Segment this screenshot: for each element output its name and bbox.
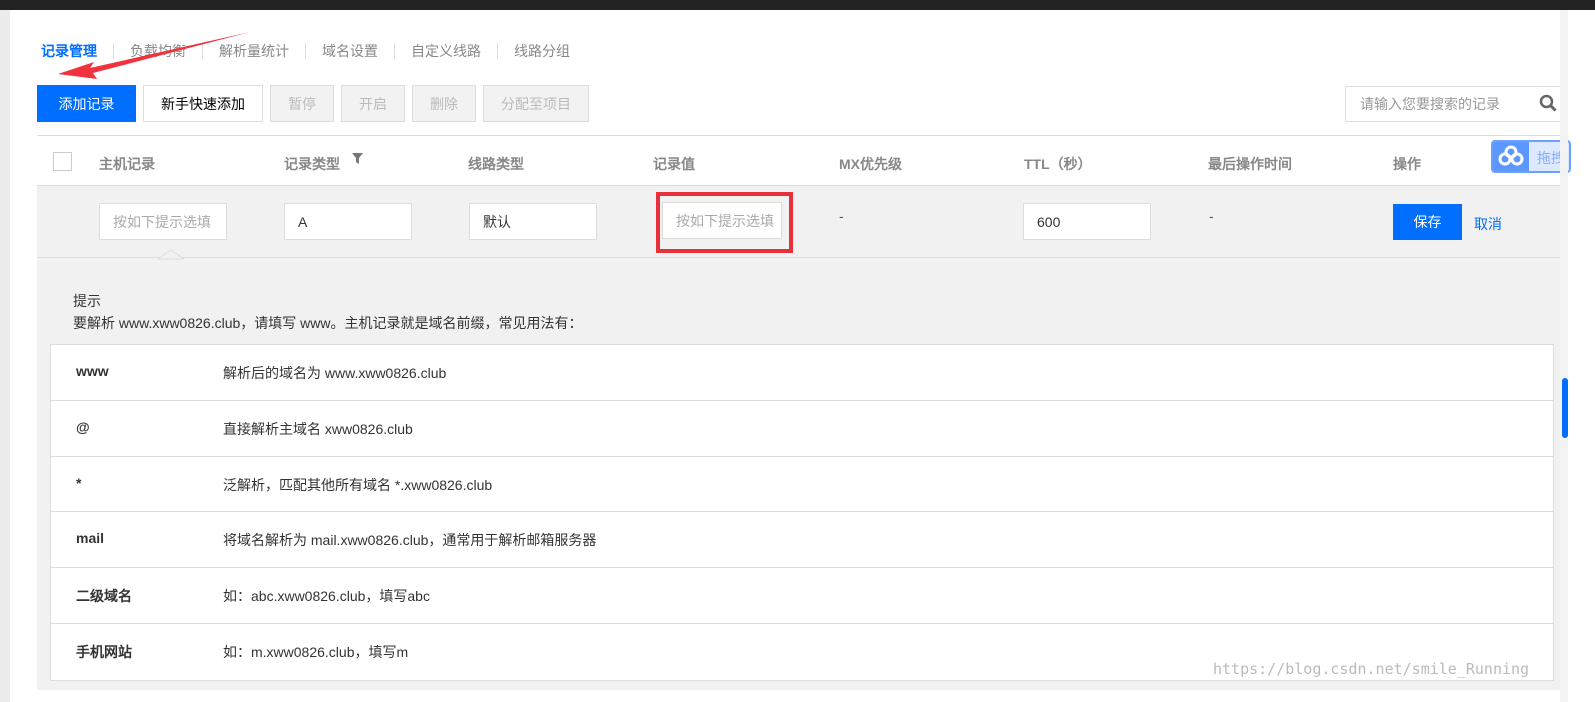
red-arrow-annotation xyxy=(58,32,250,79)
hint-row: @ 直接解析主域名 xww0826.club xyxy=(51,401,1553,457)
hint-row: www 解析后的域名为 www.xww0826.club xyxy=(51,345,1553,401)
tab-custom-lines[interactable]: 自定义线路 xyxy=(394,43,497,59)
enable-button[interactable]: 开启 xyxy=(341,85,405,122)
watermark: https://blog.csdn.net/smile_Running xyxy=(1213,660,1530,678)
search-icon[interactable] xyxy=(1539,94,1557,112)
hint-key: 手机网站 xyxy=(76,643,132,660)
search-placeholder: 请输入您要搜索的记录 xyxy=(1360,96,1500,112)
add-record-button[interactable]: 添加记录 xyxy=(37,85,136,122)
cancel-link[interactable]: 取消 xyxy=(1474,214,1502,234)
hint-row: 二级域名 如：abc.xww0826.club，填写abc xyxy=(51,568,1553,624)
hint-value: 将域名解析为 mail.xww0826.club，通常用于解析邮箱服务器 xyxy=(223,532,597,549)
edit-record-row: 按如下提示选填 A 默认 按如下提示选填 - 600 - 保存 取消 xyxy=(37,186,1567,258)
col-action: 操作 xyxy=(1393,156,1421,172)
hint-key: www xyxy=(76,363,109,379)
ttl-input[interactable]: 600 xyxy=(1023,203,1151,240)
toolbar: 添加记录 新手快速添加 暂停 开启 删除 分配至项目 xyxy=(37,85,589,122)
hint-key: * xyxy=(76,474,82,491)
highlight-box-annotation xyxy=(656,192,793,253)
hint-key: @ xyxy=(76,418,90,435)
hint-value: 如：abc.xww0826.club，填写abc xyxy=(223,588,430,605)
hint-key: mail xyxy=(76,530,105,547)
baidu-drag-widget[interactable]: 拖拽 xyxy=(1491,140,1571,173)
hint-value: 泛解析，匹配其他所有域名 *.xww0826.club xyxy=(223,476,493,493)
save-button[interactable]: 保存 xyxy=(1393,204,1462,240)
mx-value: - xyxy=(839,208,844,224)
select-all-checkbox[interactable] xyxy=(53,152,72,171)
col-type: 记录类型 xyxy=(284,156,340,172)
col-value: 记录值 xyxy=(653,156,695,172)
type-select[interactable]: A xyxy=(284,203,412,240)
delete-button[interactable]: 删除 xyxy=(412,85,476,122)
hint-row: * 泛解析，匹配其他所有域名 *.xww0826.club xyxy=(51,457,1553,513)
hint-table: www 解析后的域名为 www.xww0826.club @ 直接解析主域名 xww… xyxy=(50,344,1554,681)
scrollbar-thumb[interactable] xyxy=(1562,378,1568,438)
line-select[interactable]: 默认 xyxy=(469,203,597,240)
quick-add-button[interactable]: 新手快速添加 xyxy=(143,85,263,122)
table-header: 主机记录 记录类型 线路类型 记录值 MX优先级 TTL（秒） 最后操作时间 操… xyxy=(37,135,1567,186)
col-ttl: TTL（秒） xyxy=(1024,156,1092,172)
scrollbar-track[interactable] xyxy=(1560,10,1568,702)
assign-project-button[interactable]: 分配至项目 xyxy=(483,85,589,122)
col-time: 最后操作时间 xyxy=(1208,156,1292,172)
hint-title: 提示 xyxy=(73,293,101,309)
col-mx: MX优先级 xyxy=(839,156,902,172)
search-input[interactable]: 请输入您要搜索的记录 xyxy=(1345,86,1566,122)
pointer-caret xyxy=(158,250,184,260)
pause-button[interactable]: 暂停 xyxy=(270,85,334,122)
tab-line-groups[interactable]: 线路分组 xyxy=(497,43,586,59)
filter-icon[interactable] xyxy=(352,153,363,164)
hint-description: 要解析 www.xww0826.club，请填写 www。主机记录就是域名前缀，… xyxy=(73,315,583,331)
col-line: 线路类型 xyxy=(468,156,524,172)
left-strip xyxy=(0,10,10,702)
time-value: - xyxy=(1209,208,1214,224)
tab-domain-settings[interactable]: 域名设置 xyxy=(305,43,394,59)
cloud-icon xyxy=(1493,142,1529,171)
hint-value: 解析后的域名为 www.xww0826.club xyxy=(223,365,447,381)
hint-key: 二级域名 xyxy=(76,588,132,605)
hint-value: 如：m.xww0826.club，填写m xyxy=(223,643,409,660)
col-host: 主机记录 xyxy=(99,156,155,172)
host-input[interactable]: 按如下提示选填 xyxy=(99,203,227,240)
hint-row: mail 将域名解析为 mail.xww0826.club，通常用于解析邮箱服务器 xyxy=(51,512,1553,569)
hint-value: 直接解析主域名 xww0826.club xyxy=(223,420,413,437)
